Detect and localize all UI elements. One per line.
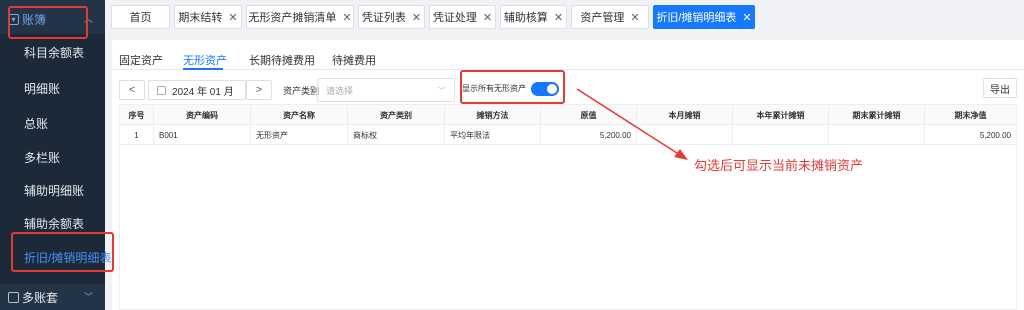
table-header-row: 序号 资产编码 资产名称 资产类别 摊销方法 原值 本月摊销 本年累计摊销 期末… [120, 105, 1016, 125]
close-icon[interactable]: ✕ [554, 11, 563, 24]
asset-table: 序号 资产编码 资产名称 资产类别 摊销方法 原值 本月摊销 本年累计摊销 期末… [119, 104, 1017, 310]
tab-depreciation-detail[interactable]: 折旧/摊销明细表 ✕ [653, 5, 755, 29]
sidebar-section-label: 账簿 [22, 12, 47, 27]
sidebar-item-aux-detail[interactable]: 辅助明细账 [24, 182, 84, 199]
sidebar: ▾ 账簿 ︿ 科目余额表 明细账 总账 多栏账 辅助明细账 辅助余额表 折旧/摊… [0, 0, 111, 310]
sidebar-section-ledger[interactable]: ▾ 账簿 ︿ [0, 4, 105, 34]
active-subtab-indicator [183, 68, 223, 70]
toggle-knob [547, 84, 557, 94]
tab-label: 折旧/摊销明细表 [656, 12, 737, 24]
header-monthly-amortization: 本月摊销 [637, 105, 733, 125]
close-icon[interactable]: ✕ [483, 11, 492, 24]
header-asset-code: 资产编码 [154, 105, 251, 125]
cell-ytd-amortization [733, 125, 829, 145]
subtab-long-term-prepaid[interactable]: 长期待摊费用 [249, 52, 315, 68]
subtab-fixed-assets[interactable]: 固定资产 [119, 52, 163, 68]
tab-bar: 首页 期末结转 ✕ 无形资产摊销清单 ✕ 凭证列表 ✕ 凭证处理 ✕ 辅助核算 ✕ 资产管… [105, 0, 1024, 34]
header-ending-accumulated: 期末累计摊销 [829, 105, 925, 125]
table-row[interactable]: 1 B001 无形资产 商标权 平均年限法 5,200.00 5,200.00 [120, 125, 1016, 145]
tab-label: 凭证列表 [361, 12, 406, 24]
tab-amortization-list[interactable]: 无形资产摊销清单 ✕ [246, 5, 354, 29]
header-amortization-method: 摊销方法 [445, 105, 541, 125]
close-icon[interactable]: ✕ [228, 11, 237, 24]
subtab-bar: 固定资产 无形资产 长期待摊费用 待摊费用 [112, 40, 1024, 70]
ledger-icon: ▾ [8, 13, 19, 25]
category-placeholder: 请选择 [326, 85, 354, 96]
header-asset-name: 资产名称 [251, 105, 348, 125]
sidebar-item-detail-ledger[interactable]: 明细账 [24, 80, 60, 97]
tab-label: 凭证处理 [432, 12, 477, 24]
tab-asset-management[interactable]: 资产管理 ✕ [571, 5, 649, 29]
header-original-value: 原值 [541, 105, 637, 125]
cell-asset-name: 无形资产 [251, 125, 348, 145]
export-button[interactable]: 导出 [983, 78, 1017, 98]
calendar-icon [157, 85, 166, 95]
header-index: 序号 [120, 105, 154, 125]
close-icon[interactable]: ✕ [342, 11, 351, 24]
sidebar-item-multi-column[interactable]: 多栏账 [24, 149, 60, 166]
cell-monthly-amortization [637, 125, 733, 145]
tab-label: 资产管理 [580, 12, 625, 24]
period-picker[interactable]: 2024 年 01 月 [148, 80, 246, 100]
tab-label: 首页 [129, 12, 152, 24]
chevron-down-icon: ﹀ [83, 292, 93, 302]
close-icon[interactable]: ✕ [630, 11, 639, 24]
sidebar-item-general-ledger[interactable]: 总账 [24, 115, 48, 132]
cell-asset-category: 商标权 [348, 125, 445, 145]
tab-label: 期末结转 [178, 12, 223, 24]
sidebar-item-aux-balance[interactable]: 辅助余额表 [24, 215, 84, 232]
prev-period-button[interactable]: < [119, 80, 145, 100]
header-ytd-amortization: 本年累计摊销 [733, 105, 829, 125]
tab-period-end[interactable]: 期末结转 ✕ [174, 5, 242, 29]
annotation-text: 勾选后可显示当前未摊销资产 [694, 158, 864, 173]
cell-ending-net-value: 5,200.00 [979, 130, 1011, 140]
cell-asset-code: B001 [154, 125, 251, 145]
cell-original-value: 5,200.00 [541, 125, 637, 145]
subtab-intangible-assets[interactable]: 无形资产 [183, 52, 227, 68]
show-all-toggle[interactable] [531, 82, 559, 96]
sidebar-item-subject-balance[interactable]: 科目余额表 [24, 44, 84, 61]
sidebar-item-depreciation[interactable]: 折旧/摊销明细表 [24, 249, 111, 266]
period-value: 2024 年 01 月 [172, 86, 234, 98]
close-icon[interactable]: ✕ [742, 11, 751, 24]
cell-amortization-method: 平均年限法 [445, 125, 541, 145]
cell-ending-accumulated [829, 125, 925, 145]
tab-home[interactable]: 首页 [111, 5, 170, 29]
show-all-label: 显示所有无形资产 [462, 84, 526, 93]
chevron-up-icon: ︿ [83, 14, 93, 24]
category-label: 资产类别 [283, 86, 320, 96]
sidebar-section-multi-book[interactable]: 多账套 ﹀ [0, 284, 105, 310]
tab-voucher-list[interactable]: 凭证列表 ✕ [358, 5, 425, 29]
sidebar-bottom-label: 多账套 [22, 290, 59, 305]
header-ending-net-value: 期末净值 [954, 110, 987, 120]
tab-auxiliary[interactable]: 辅助核算 ✕ [500, 5, 567, 29]
next-period-button[interactable]: > [246, 80, 272, 100]
main-card: 固定资产 无形资产 长期待摊费用 待摊费用 < 2024 年 01 月 > 资产… [112, 40, 1024, 310]
tab-label: 无形资产摊销清单 [248, 12, 337, 24]
chevron-down-icon: ﹀ [436, 86, 446, 96]
close-icon[interactable]: ✕ [412, 11, 421, 24]
tab-label: 辅助核算 [503, 12, 548, 24]
cell-index: 1 [120, 125, 154, 145]
subtab-prepaid-expenses[interactable]: 待摊费用 [332, 52, 376, 68]
header-asset-category: 资产类别 [348, 105, 445, 125]
sidebar-submenu: 科目余额表 明细账 总账 多栏账 辅助明细账 辅助余额表 折旧/摊销明细表 [0, 34, 111, 284]
multi-book-icon [8, 291, 19, 303]
tab-voucher-processing[interactable]: 凭证处理 ✕ [429, 5, 496, 29]
category-select[interactable]: 请选择 ﹀ [317, 78, 455, 102]
